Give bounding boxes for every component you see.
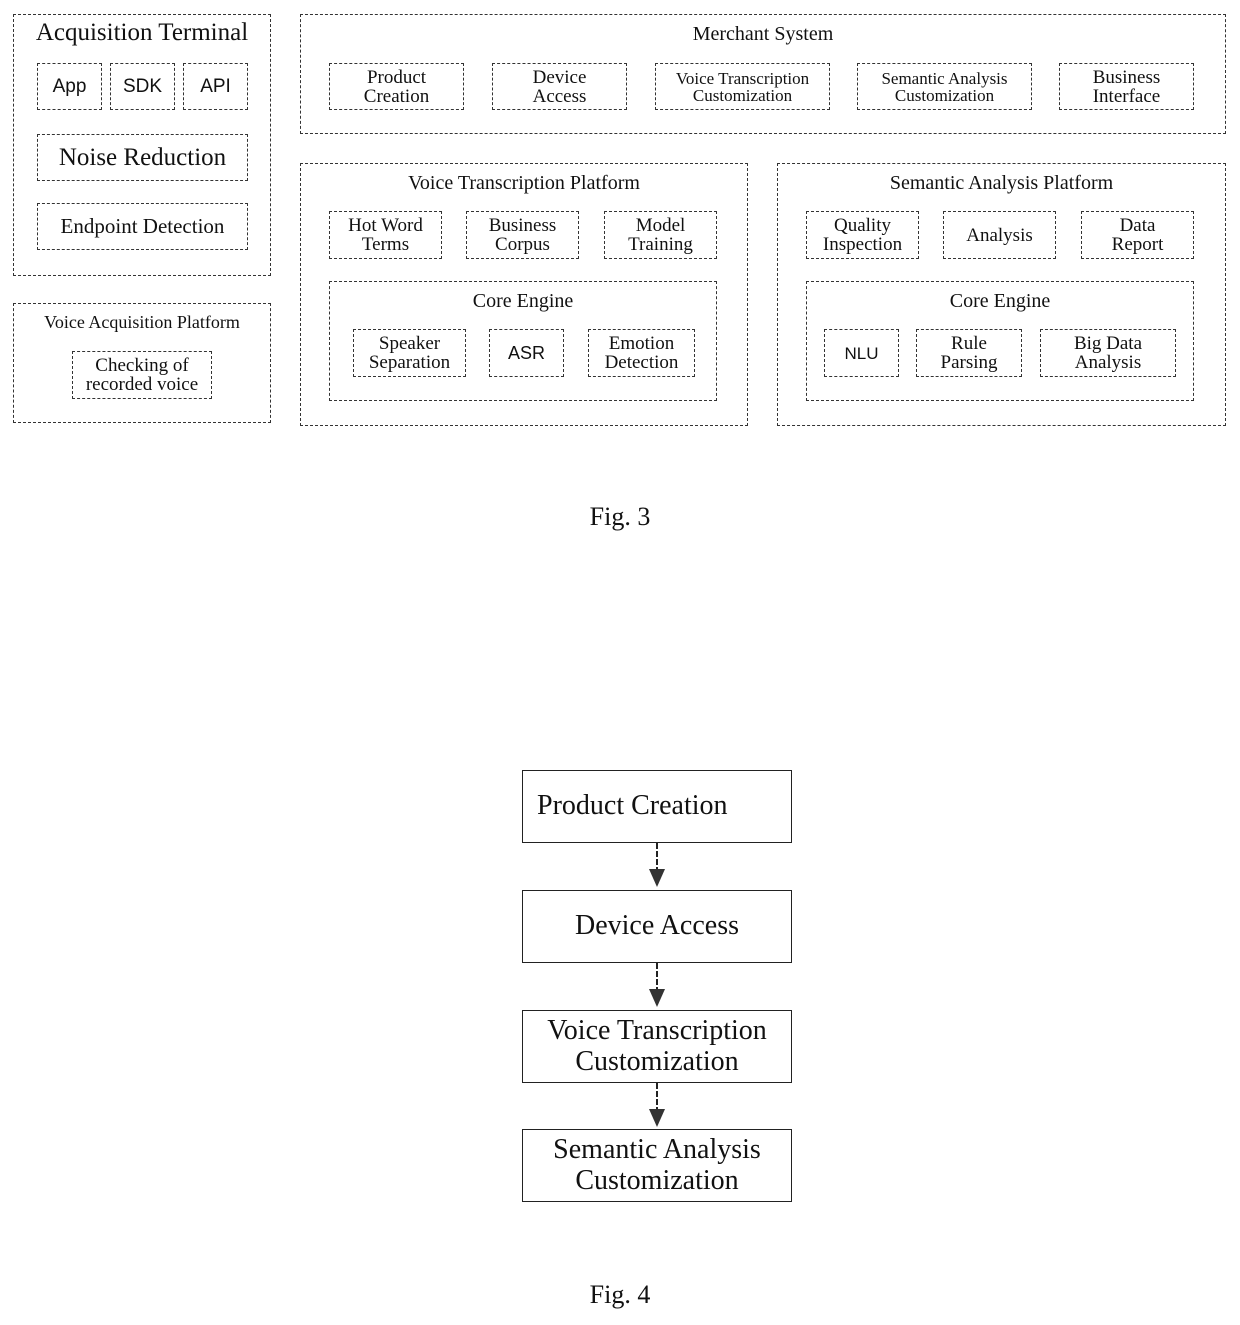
merchant-product-creation-box: Product Creation: [329, 63, 464, 110]
rule-parsing-box: Rule Parsing: [916, 329, 1022, 377]
voice-transcription-platform-title: Voice Transcription Platform: [408, 172, 640, 194]
hot-word-terms-box: Hot Word Terms: [329, 211, 442, 259]
acquisition-terminal-title: Acquisition Terminal: [35, 19, 249, 46]
merchant-device-access-box: Device Access: [492, 63, 627, 110]
sa-core-engine-title: Core Engine: [949, 290, 1051, 312]
voice-acquisition-platform-title: Voice Acquisition Platform: [44, 312, 240, 332]
semantic-analysis-platform-title: Semantic Analysis Platform: [889, 172, 1114, 194]
asr-box: ASR: [489, 329, 564, 377]
flow-arrow-3: [649, 1083, 665, 1130]
app-box: App: [37, 63, 102, 110]
merchant-business-interface-box: Business Interface: [1059, 63, 1194, 110]
flow-step-semantic-analysis-customization: Semantic Analysis Customization: [522, 1129, 792, 1202]
fig4-caption: Fig. 4: [589, 1280, 651, 1309]
noise-reduction-box: Noise Reduction: [37, 134, 248, 181]
big-data-analysis-box: Big Data Analysis: [1040, 329, 1176, 377]
arrow-head-icon: [649, 1109, 665, 1127]
api-box: API: [183, 63, 248, 110]
merchant-system-title: Merchant System: [692, 23, 834, 45]
sdk-box: SDK: [110, 63, 175, 110]
flow-step-product-creation: Product Creation: [522, 770, 792, 843]
quality-inspection-box: Quality Inspection: [806, 211, 919, 259]
flow-arrow-1: [649, 843, 665, 890]
arrow-head-icon: [649, 989, 665, 1007]
flow-step-device-access: Device Access: [522, 890, 792, 963]
merchant-voice-transcription-customization-box: Voice Transcription Customization: [655, 63, 830, 110]
business-corpus-box: Business Corpus: [466, 211, 579, 259]
model-training-box: Model Training: [604, 211, 717, 259]
speaker-separation-box: Speaker Separation: [353, 329, 466, 377]
analysis-box: Analysis: [943, 211, 1056, 259]
data-report-box: Data Report: [1081, 211, 1194, 259]
vt-core-engine-title: Core Engine: [472, 290, 574, 312]
emotion-detection-box: Emotion Detection: [588, 329, 695, 377]
endpoint-detection-box: Endpoint Detection: [37, 203, 248, 250]
checking-recorded-voice-box: Checking of recorded voice: [72, 351, 212, 399]
flow-arrow-2: [649, 963, 665, 1010]
flow-step-voice-transcription-customization: Voice Transcription Customization: [522, 1010, 792, 1083]
merchant-semantic-analysis-customization-box: Semantic Analysis Customization: [857, 63, 1032, 110]
nlu-box: NLU: [824, 329, 899, 377]
arrow-head-icon: [649, 869, 665, 887]
fig3-caption: Fig. 3: [589, 502, 651, 531]
